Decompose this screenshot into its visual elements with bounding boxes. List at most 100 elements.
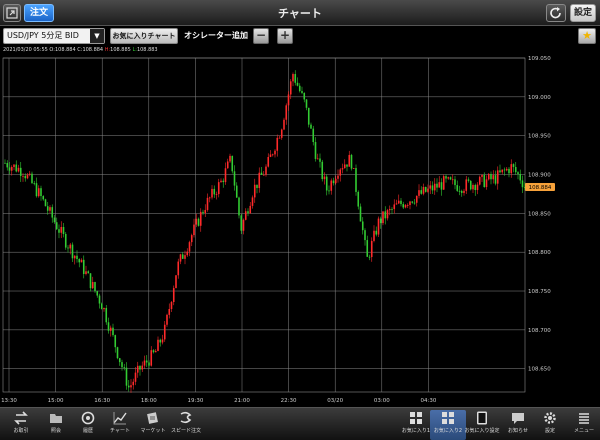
currency-pair-select[interactable]: USD/JPY 5分足 BID ▼ xyxy=(3,28,105,44)
candle-body xyxy=(251,197,254,206)
candle-body xyxy=(361,221,364,231)
candle-body xyxy=(15,164,18,172)
candle-body xyxy=(42,196,45,200)
candle-body xyxy=(82,259,85,275)
star-icon[interactable]: ★ xyxy=(578,28,596,44)
chart-toolbar: USD/JPY 5分足 BID ▼ お気に入りチャート オシレーター追加 − +… xyxy=(0,26,600,46)
candle-body xyxy=(148,362,150,366)
ohlc-readout: 2021/03/20 05:55 O:108.884 C:108.884 H:1… xyxy=(3,47,158,53)
nav-item-6[interactable]: スピード注文 xyxy=(168,410,204,440)
refresh-icon[interactable] xyxy=(546,4,566,22)
plus-button[interactable]: + xyxy=(277,28,293,44)
x-tick-label: 19:30 xyxy=(187,398,203,404)
candle-body xyxy=(463,190,465,193)
candle-body xyxy=(359,206,362,222)
candle-body xyxy=(80,259,83,263)
candle-body xyxy=(334,178,337,184)
candle-body xyxy=(289,81,292,95)
gear-icon xyxy=(544,412,556,424)
nav-item-1[interactable]: お取引 xyxy=(3,410,39,440)
candle-body xyxy=(186,251,189,256)
candle-body xyxy=(78,259,81,263)
y-tick-label: 109.000 xyxy=(528,95,551,101)
x-tick-label: 15:00 xyxy=(48,398,64,404)
candle-body xyxy=(85,271,87,275)
y-tick-label: 108.950 xyxy=(528,134,551,140)
nav-item-5[interactable]: マーケット xyxy=(135,410,171,440)
candle-body xyxy=(46,206,49,211)
candle-body xyxy=(103,307,105,310)
candle-body xyxy=(229,155,231,162)
ohlc-low: 108.883 xyxy=(136,47,158,53)
candle-body xyxy=(208,197,211,199)
nav-item-9[interactable]: お気に入り設定 xyxy=(464,410,500,440)
nav-label: お取引 xyxy=(13,428,29,434)
nav-item-2[interactable]: 照会 xyxy=(38,410,74,440)
candle-body xyxy=(193,224,195,236)
ohlc-datetime: 2021/03/20 05:55 xyxy=(3,47,48,53)
nav-label: 履歴 xyxy=(82,428,93,434)
nav-item-8[interactable]: お気に入り2 xyxy=(430,410,466,440)
candle-body xyxy=(213,188,216,195)
nav-label: 照会 xyxy=(50,428,61,434)
oscillator-add-label: オシレーター追加 xyxy=(184,31,248,40)
candle-body xyxy=(31,173,33,184)
candle-body xyxy=(62,226,65,234)
candle-body xyxy=(109,327,112,331)
nav-label: お気に入り2 xyxy=(433,428,463,434)
y-tick-label: 108.900 xyxy=(528,173,551,179)
candlestick-chart[interactable]: 109.050 109.000 108.950 108.900 108.850 108.8… xyxy=(0,55,600,407)
candle-body xyxy=(127,385,130,388)
candle-body xyxy=(76,255,78,260)
candle-body xyxy=(123,367,126,369)
candle-body xyxy=(485,179,488,188)
candle-body xyxy=(325,176,328,191)
candle-body xyxy=(150,350,153,366)
plot-border xyxy=(2,57,526,393)
candle-body xyxy=(476,184,479,191)
candle-body xyxy=(357,191,360,207)
nav-item-10[interactable]: お知らせ xyxy=(500,410,536,440)
currency-pair-value: USD/JPY 5分足 BID xyxy=(7,31,79,40)
candle-body xyxy=(386,210,389,219)
candle-body xyxy=(418,190,420,196)
candle-body xyxy=(454,179,456,186)
candle-body xyxy=(231,155,234,172)
candle-body xyxy=(373,230,375,241)
top-bar: 注文 チャート 設定 xyxy=(0,0,600,26)
candle-body xyxy=(499,170,501,173)
candle-body xyxy=(328,190,330,192)
candle-body xyxy=(28,173,31,175)
candle-body xyxy=(49,207,51,211)
candle-body xyxy=(364,230,366,241)
candle-body xyxy=(490,174,492,180)
candle-body xyxy=(100,303,103,310)
candle-body xyxy=(188,242,191,252)
candle-body xyxy=(323,176,326,180)
candle-body xyxy=(170,302,173,310)
nav-item-4[interactable]: チャート xyxy=(102,410,138,440)
candle-body xyxy=(285,105,288,120)
candle-body xyxy=(292,74,294,82)
favorite-chart-button[interactable]: お気に入りチャート xyxy=(110,28,178,44)
nav-item-7[interactable]: お気に入り1 xyxy=(398,410,434,440)
candle-body xyxy=(87,271,90,274)
nav-item-12[interactable]: メニュー xyxy=(566,410,600,440)
candle-body xyxy=(161,339,164,343)
minus-button[interactable]: − xyxy=(253,28,269,44)
nav-item-11[interactable]: 設定 xyxy=(532,410,568,440)
candle-body xyxy=(312,128,315,143)
history-icon xyxy=(81,411,95,425)
candle-body xyxy=(17,167,20,172)
candle-body xyxy=(267,157,270,167)
candle-body xyxy=(53,217,56,223)
y-tick-label: 108.800 xyxy=(528,250,551,256)
candle-body xyxy=(141,365,144,370)
nav-item-3[interactable]: 履歴 xyxy=(70,410,106,440)
candle-body xyxy=(195,218,198,225)
speed-order-icon xyxy=(180,411,192,424)
candle-body xyxy=(199,211,202,226)
candle-body xyxy=(13,164,15,168)
candle-body xyxy=(514,166,517,173)
settings-button[interactable]: 設定 xyxy=(570,4,596,22)
